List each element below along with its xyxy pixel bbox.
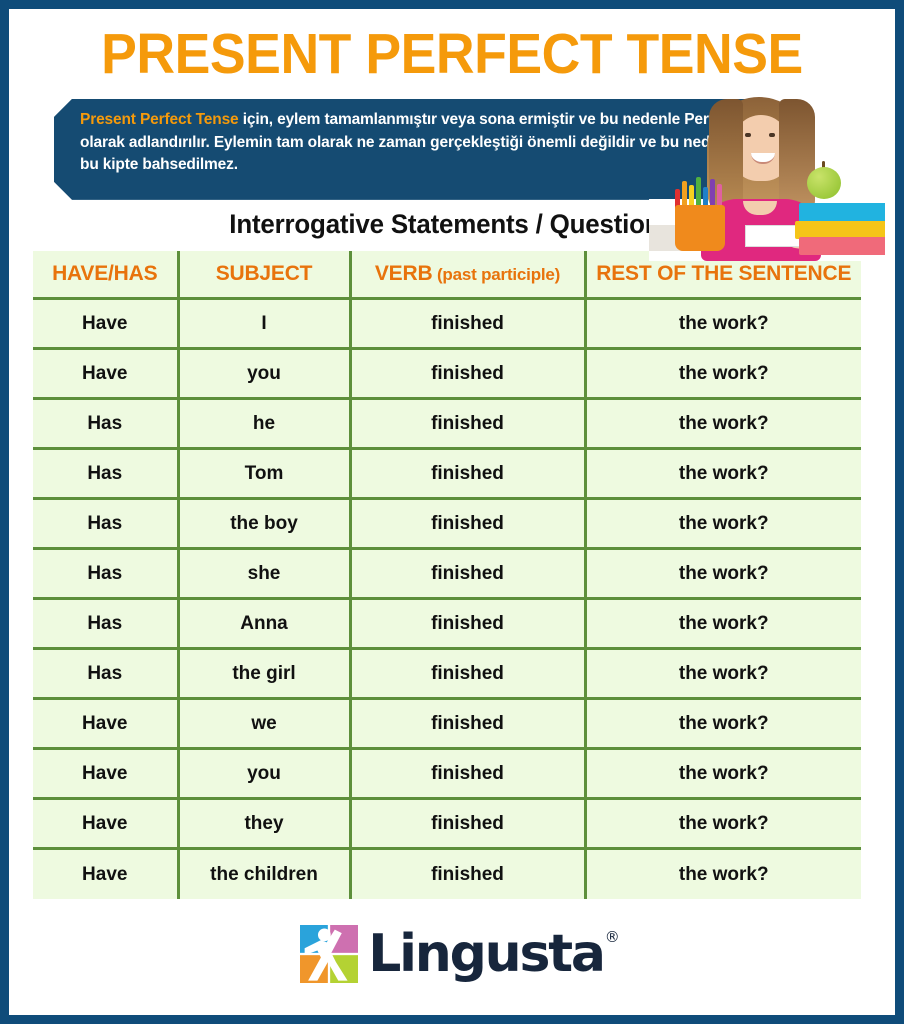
- cell-have-has: Have: [33, 298, 180, 351]
- cell-have-has: Has: [33, 398, 180, 451]
- lingusta-logo[interactable]: Lingusta ®: [300, 924, 620, 983]
- cell-have-has: Have: [33, 748, 180, 801]
- green-apple-icon: [807, 167, 841, 199]
- description-highlight: Present Perfect Tense: [80, 110, 239, 128]
- cell-have-has: Have: [33, 798, 180, 851]
- table-row: Has Tom finished the work?: [33, 448, 861, 501]
- cell-verb: finished: [350, 798, 587, 851]
- cell-rest: the work?: [585, 448, 861, 501]
- cell-have-has: Has: [33, 648, 180, 701]
- cell-subject: you: [178, 348, 352, 401]
- book-pink: [799, 237, 885, 255]
- infographic-page: PRESENT PERFECT TENSE Present Perfect Te…: [0, 0, 904, 1024]
- lingusta-brand-text: Lingusta: [368, 923, 606, 984]
- student-photo: [649, 91, 885, 261]
- cell-have-has: Have: [33, 848, 180, 899]
- table-row: Has he finished the work?: [33, 398, 861, 451]
- cell-verb: finished: [350, 498, 587, 551]
- cell-rest: the work?: [585, 748, 861, 801]
- cell-have-has: Has: [33, 548, 180, 601]
- cell-rest: the work?: [585, 348, 861, 401]
- cell-subject: we: [178, 698, 352, 751]
- cell-subject: Anna: [178, 598, 352, 651]
- cell-verb: finished: [350, 298, 587, 351]
- cell-subject: I: [178, 298, 352, 351]
- cell-have-has: Have: [33, 348, 180, 401]
- cell-rest: the work?: [585, 598, 861, 651]
- column-header-subject: SUBJECT: [178, 250, 352, 301]
- page-title: PRESENT PERFECT TENSE: [101, 22, 803, 86]
- infographic-inner: PRESENT PERFECT TENSE Present Perfect Te…: [12, 12, 892, 1012]
- column-header-have-has: HAVE/HAS: [33, 250, 180, 301]
- table-row: Have you finished the work?: [33, 748, 861, 801]
- grammar-table: HAVE/HAS SUBJECT VERB (past participle) …: [33, 250, 861, 899]
- cell-rest: the work?: [585, 298, 861, 351]
- cell-rest: the work?: [585, 548, 861, 601]
- cell-subject: the girl: [178, 648, 352, 701]
- cell-subject: you: [178, 748, 352, 801]
- cell-rest: the work?: [585, 698, 861, 751]
- table-row: Has Anna finished the work?: [33, 598, 861, 651]
- cell-verb: finished: [350, 548, 587, 601]
- table-row: Have they finished the work?: [33, 798, 861, 851]
- cell-have-has: Has: [33, 598, 180, 651]
- column-header-verb: VERB (past participle): [350, 250, 587, 301]
- cell-verb: finished: [350, 348, 587, 401]
- cell-verb: finished: [350, 648, 587, 701]
- cell-subject: they: [178, 798, 352, 851]
- cell-subject: he: [178, 398, 352, 451]
- grammar-table-wrapper: HAVE/HAS SUBJECT VERB (past participle) …: [33, 250, 871, 899]
- cell-have-has: Has: [33, 448, 180, 501]
- cell-verb: finished: [350, 698, 587, 751]
- cell-subject: she: [178, 548, 352, 601]
- table-row: Have the children finished the work?: [33, 848, 861, 899]
- table-row: Have Ifinished the work?: [33, 298, 861, 351]
- cell-verb: finished: [350, 848, 587, 899]
- table-body: Have Ifinished the work? Have you finished the…: [33, 298, 861, 899]
- footer: Lingusta ®: [13, 924, 891, 983]
- cell-subject: the children: [178, 848, 352, 899]
- cell-have-has: Has: [33, 498, 180, 551]
- cell-rest: the work?: [585, 848, 861, 899]
- cell-rest: the work?: [585, 648, 861, 701]
- table-row: Have you finished the work?: [33, 348, 861, 401]
- cell-rest: the work?: [585, 798, 861, 851]
- table-row: Has the girl finished the work?: [33, 648, 861, 701]
- pencil-cup: [675, 205, 725, 251]
- lingusta-wordmark: Lingusta ®: [368, 928, 620, 980]
- cell-subject: the boy: [178, 498, 352, 551]
- column-header-verb-sub: (past participle): [432, 265, 561, 285]
- cell-verb: finished: [350, 748, 587, 801]
- girl-eye-right: [769, 133, 775, 137]
- cell-verb: finished: [350, 398, 587, 451]
- book-cyan: [799, 203, 885, 223]
- girl-eye-left: [745, 133, 751, 137]
- cell-rest: the work?: [585, 398, 861, 451]
- column-header-verb-main: VERB: [374, 262, 433, 286]
- cell-rest: the work?: [585, 498, 861, 551]
- table-row: Has she finished the work?: [33, 548, 861, 601]
- cell-have-has: Have: [33, 698, 180, 751]
- cell-subject: Tom: [178, 448, 352, 501]
- table-row: Have we finished the work?: [33, 698, 861, 751]
- lingusta-logo-mark-icon: [300, 924, 359, 983]
- cell-verb: finished: [350, 448, 587, 501]
- table-row: Has the boy finished the work?: [33, 498, 861, 551]
- registered-trademark-icon: ®: [604, 927, 620, 946]
- cell-verb: finished: [350, 598, 587, 651]
